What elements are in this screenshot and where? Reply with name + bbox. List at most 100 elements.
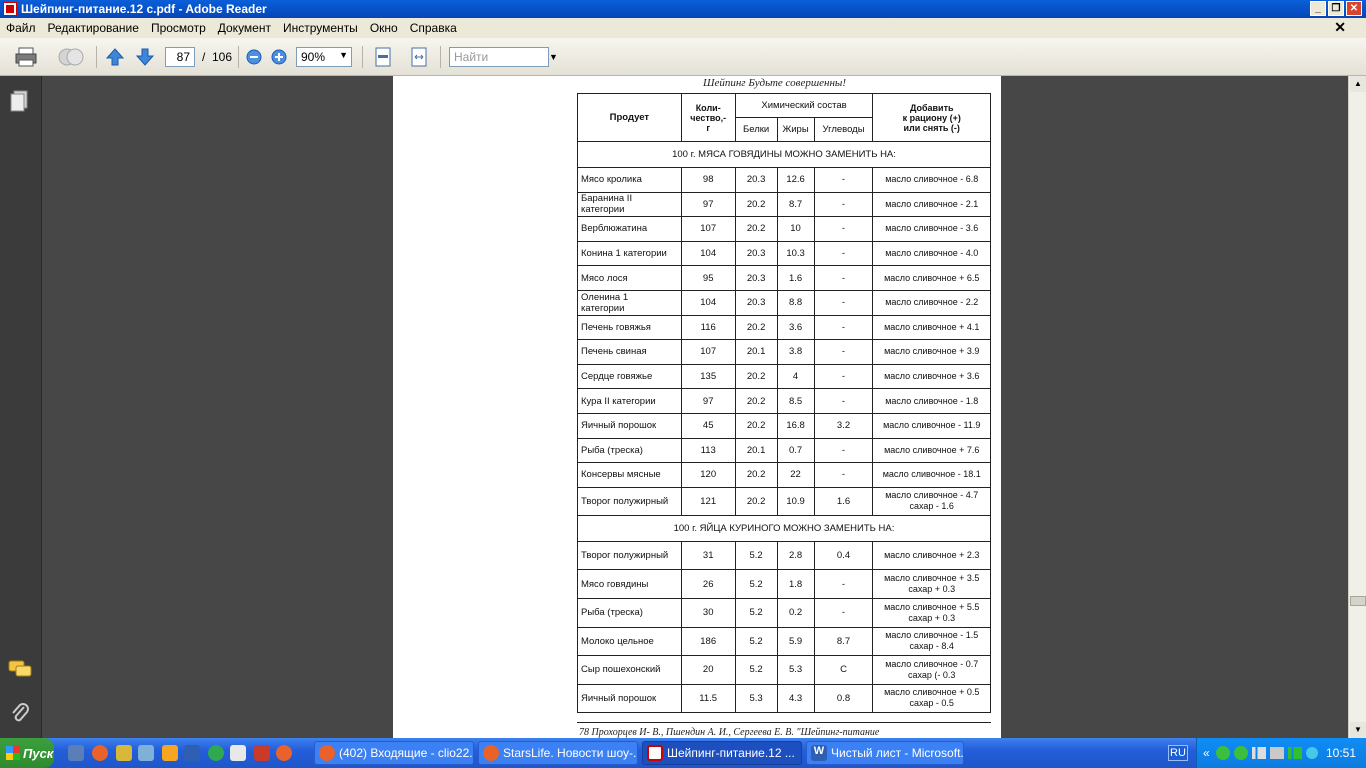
cell-quantity: 26	[680, 569, 736, 599]
cell-adjustment: масло сливочное + 5.5 сахар + 0.3	[872, 597, 991, 628]
attachment-icon[interactable]	[10, 702, 30, 724]
scroll-thumb[interactable]	[1350, 596, 1366, 606]
office-quicklaunch-icon[interactable]	[162, 745, 178, 761]
search-dropdown-icon[interactable]: ▼	[549, 52, 558, 62]
cell-adjustment: масло сливочное - 0.7 сахар (- 0.3	[872, 655, 991, 685]
cell-adjustment: масло сливочное + 4.1	[872, 314, 991, 341]
menu-view[interactable]: Просмотр	[151, 21, 206, 35]
table-row: Печень свиная 107 20.1 3.8- масло сливочное …	[577, 339, 991, 365]
minimize-button[interactable]: _	[1310, 1, 1326, 16]
word-quicklaunch-icon[interactable]	[184, 745, 200, 761]
cell-carbs: -	[813, 363, 874, 390]
clock[interactable]: 10:51	[1326, 746, 1356, 760]
tray-app-icon[interactable]	[1233, 746, 1248, 760]
cell-quantity: 113	[680, 437, 736, 464]
arrow-down-icon	[135, 48, 155, 66]
header-fat: Жиры	[776, 117, 815, 142]
table-row: Яичный порошок 11.5 5.3 4.3 0.8 масло сливочн…	[577, 683, 991, 714]
pages-icon[interactable]	[10, 90, 30, 112]
network-quicklaunch-icon[interactable]	[138, 745, 154, 761]
cell-adjustment: масло сливочное - 4.7 сахар - 1.6	[872, 486, 991, 516]
task-word[interactable]: W Чистый лист - Microsoft...	[806, 741, 964, 765]
adobe-reader-icon	[3, 2, 17, 16]
zoom-out-icon	[246, 49, 262, 65]
utorrent-quicklaunch-icon[interactable]	[208, 745, 224, 761]
zoom-out-button[interactable]	[245, 48, 263, 66]
task-adobe-reader[interactable]: Шейпинг-питание.12 ...	[642, 741, 802, 765]
cell-carbs: 0.4	[813, 540, 874, 571]
header-protein: Белки	[734, 117, 778, 142]
signal-icon[interactable]	[1251, 747, 1266, 759]
cell-quantity: 104	[680, 240, 736, 267]
header-chem: Химический состав	[734, 93, 874, 118]
app-quicklaunch-icon[interactable]	[116, 745, 132, 761]
scroll-down-icon[interactable]: ▼	[1350, 722, 1366, 738]
search-input[interactable]: Найти	[449, 47, 549, 67]
cell-protein: 5.2	[734, 626, 778, 657]
tray-app-icon[interactable]	[1215, 746, 1230, 760]
comments-icon[interactable]	[8, 660, 32, 680]
menu-file[interactable]: Файл	[6, 21, 36, 35]
menu-help[interactable]: Справка	[410, 21, 457, 35]
menu-tools[interactable]: Инструменты	[283, 21, 358, 35]
next-page-button[interactable]	[134, 46, 156, 68]
cell-fat: 8.7	[776, 191, 815, 218]
cell-protein: 5.2	[734, 597, 778, 628]
browser-quicklaunch-icon[interactable]	[276, 745, 292, 761]
table-row: Конина 1 категории 104 20.3 10.3- масло слив…	[577, 240, 991, 267]
task-label: StarsLife. Новости шоу-...	[503, 746, 638, 760]
cell-product: Мясо лося	[577, 265, 682, 291]
previous-page-button[interactable]	[104, 46, 126, 68]
cell-product: Мясо кролика	[577, 167, 682, 193]
show-desktop-icon[interactable]	[68, 745, 84, 761]
close-document-icon[interactable]: ✕	[1334, 19, 1346, 36]
start-button[interactable]: Пуск	[0, 738, 54, 768]
cell-protein: 5.3	[734, 683, 778, 714]
header-quantity: Коли- чество,- г	[680, 93, 736, 142]
cell-adjustment: масло сливочное - 2.1	[872, 191, 991, 218]
cell-product: Оленина 1 категории	[577, 289, 682, 316]
network-icon[interactable]	[1269, 747, 1284, 759]
cell-fat: 5.9	[776, 626, 815, 657]
task-label: Шейпинг-питание.12 ...	[667, 746, 795, 760]
footer-rule	[577, 722, 991, 723]
collaborate-button[interactable]	[56, 44, 86, 70]
language-indicator[interactable]: RU	[1168, 745, 1188, 761]
zoom-select[interactable]: 90% ▼	[296, 47, 352, 67]
cell-protein: 20.2	[734, 462, 778, 488]
cell-quantity: 116	[680, 314, 736, 341]
reader-quicklaunch-icon[interactable]	[254, 745, 270, 761]
cell-quantity: 186	[680, 626, 736, 657]
signal-strength-icon[interactable]	[1287, 747, 1302, 759]
menu-window[interactable]: Окно	[370, 21, 398, 35]
cell-adjustment: масло сливочное + 3.6	[872, 363, 991, 390]
tray-expand-icon[interactable]: «	[1203, 746, 1210, 760]
cell-carbs: -	[813, 289, 874, 316]
firefox-quicklaunch-icon[interactable]	[92, 745, 108, 761]
section-row: 100 г. ЯЙЦА КУРИНОГО МОЖНО ЗАМЕНИТЬ НА:	[577, 514, 991, 542]
cell-fat: 3.6	[776, 314, 815, 341]
print-button[interactable]	[12, 44, 40, 70]
document-quicklaunch-icon[interactable]	[230, 745, 246, 761]
maximize-button[interactable]: ❐	[1328, 1, 1344, 16]
page-number-input[interactable]: 87	[165, 47, 195, 67]
cell-fat: 1.6	[776, 265, 815, 291]
vertical-scrollbar[interactable]: ▲ ▼	[1348, 76, 1366, 738]
cell-carbs: 8.7	[813, 626, 874, 657]
table-row: Кура II категории 97 20.2 8.5- масло сливочн…	[577, 388, 991, 414]
scroll-up-icon[interactable]: ▲	[1350, 76, 1366, 92]
menu-document[interactable]: Документ	[218, 21, 271, 35]
fit-page-button[interactable]	[372, 46, 394, 68]
cell-adjustment: масло сливочное - 18.1	[872, 462, 991, 488]
cell-carbs: -	[813, 314, 874, 341]
cell-protein: 5.2	[734, 569, 778, 599]
cell-adjustment: масло сливочное + 7.6	[872, 437, 991, 464]
fit-width-button[interactable]	[408, 46, 430, 68]
menu-edit[interactable]: Редактирование	[48, 21, 139, 35]
tray-status-icon[interactable]	[1305, 747, 1318, 759]
nutrition-table: Продует Коли- чество,- г Химический сост…	[577, 93, 991, 714]
zoom-in-button[interactable]	[270, 48, 288, 66]
close-button[interactable]: ✕	[1346, 1, 1362, 16]
task-mail[interactable]: (402) Входящие - clio22...	[314, 741, 474, 765]
task-starslife[interactable]: StarsLife. Новости шоу-...	[478, 741, 638, 765]
